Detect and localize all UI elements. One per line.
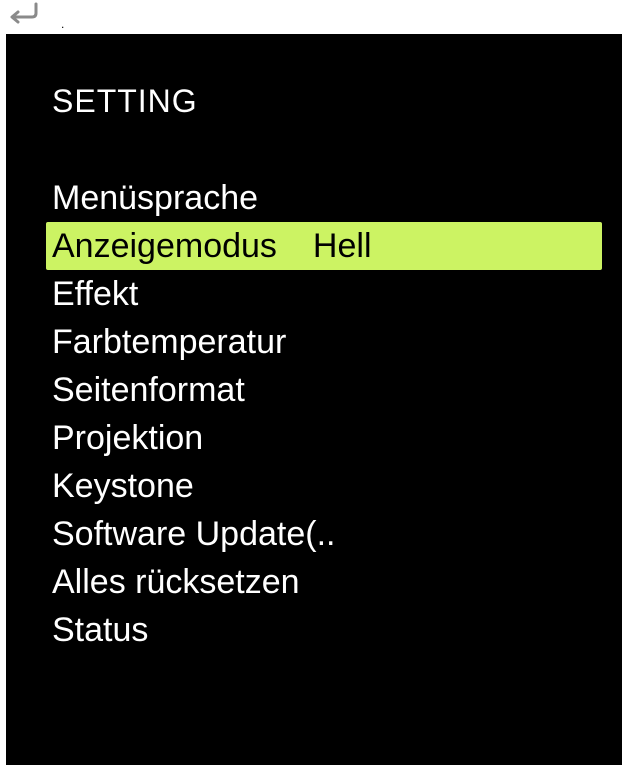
menu-item-label: Projektion (52, 419, 204, 457)
menu-item-label: Farbtemperatur (52, 323, 287, 361)
menu-item-label: Software Update(.. (52, 515, 336, 553)
menu-item-keystone[interactable]: Keystone (6, 462, 622, 510)
menu-item-status[interactable]: Status (6, 606, 622, 654)
menu-item-label: Seitenformat (52, 371, 245, 409)
menu-item-software-update[interactable]: Software Update(.. (6, 510, 622, 558)
menu-item-label: Alles rücksetzen (52, 563, 300, 601)
return-arrow-icon[interactable] (6, 2, 42, 24)
menu-item-anzeigemodus[interactable]: Anzeigemodus Hell (46, 222, 602, 270)
menu-item-label: Anzeigemodus (52, 227, 277, 265)
menu-item-effekt[interactable]: Effekt (6, 270, 622, 318)
menu-item-farbtemperatur[interactable]: Farbtemperatur (6, 318, 622, 366)
menu-title: SETTING (52, 83, 198, 119)
menu-item-projektion[interactable]: Projektion (6, 414, 622, 462)
menu-item-seitenformat[interactable]: Seitenformat (6, 366, 622, 414)
menu-item-label: Menüsprache (52, 179, 259, 217)
settings-menu: Menüsprache Anzeigemodus Hell Effekt Farb… (6, 174, 622, 654)
dot-mark: . (61, 17, 65, 31)
menu-item-menusprache[interactable]: Menüsprache (6, 174, 622, 222)
osd-screen: SETTING Menüsprache Anzeigemodus Hell Eff… (6, 34, 622, 765)
menu-item-label: Status (52, 611, 149, 649)
menu-item-label: Keystone (52, 467, 194, 505)
top-bar: . (0, 0, 622, 34)
menu-item-value: Hell (312, 227, 372, 265)
menu-item-alles-rucksetzen[interactable]: Alles rücksetzen (6, 558, 622, 606)
menu-item-label: Effekt (52, 275, 139, 313)
